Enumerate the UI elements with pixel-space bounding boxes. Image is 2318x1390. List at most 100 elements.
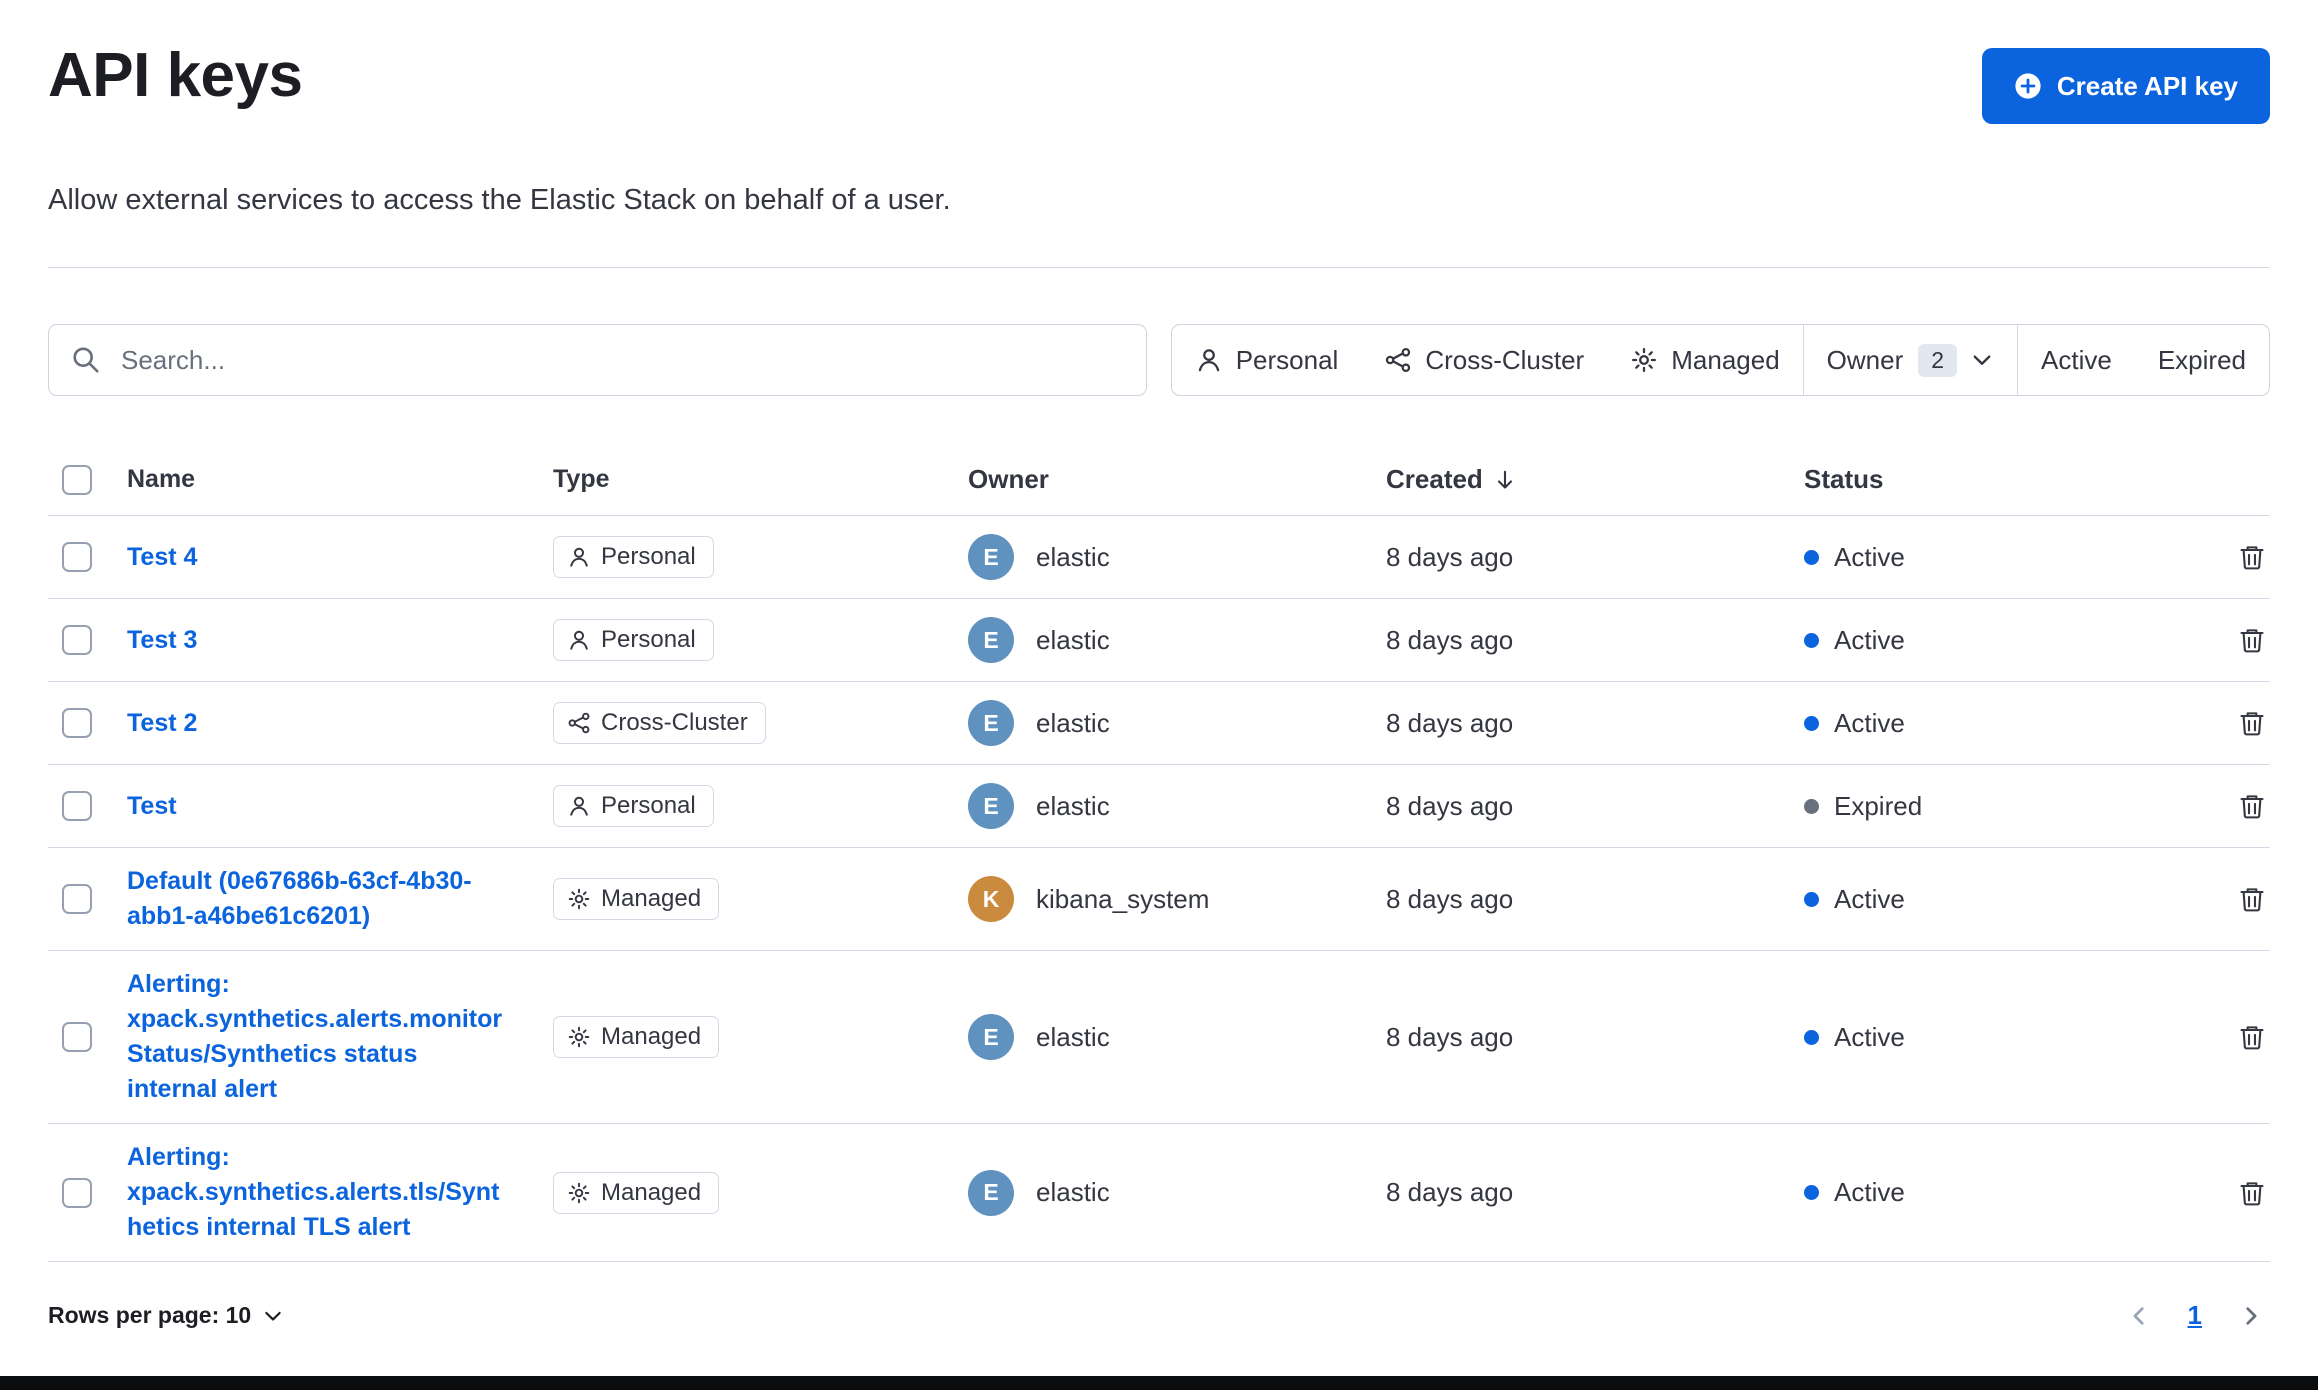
chevron-down-icon <box>262 1305 284 1327</box>
type-badge-label: Managed <box>601 1023 702 1050</box>
filter-group: Personal Cross-Cluster Managed Owner 2 A… <box>1170 324 2270 396</box>
col-header-type[interactable]: Type <box>553 465 968 494</box>
status-cell: Active <box>1804 1177 2210 1208</box>
table-row: Test Personal E elastic 8 days ago Expir… <box>48 765 2270 848</box>
person-icon <box>567 628 591 652</box>
api-key-name-link[interactable]: Test <box>127 789 177 824</box>
owner-avatar: E <box>968 783 1014 829</box>
filter-expired[interactable]: Expired <box>2135 325 2269 395</box>
filter-cross-cluster-label: Cross-Cluster <box>1425 344 1585 375</box>
create-api-key-button[interactable]: Create API key <box>1981 48 2270 124</box>
create-api-key-label: Create API key <box>2056 70 2238 101</box>
delete-button[interactable] <box>2234 1019 2270 1055</box>
status-dot <box>1804 798 1819 814</box>
owner-name: kibana_system <box>1036 883 1210 914</box>
filter-managed[interactable]: Managed <box>1607 325 1802 395</box>
pagination: 1 <box>2120 1297 2270 1335</box>
person-icon <box>567 794 591 818</box>
trash-icon <box>2238 1023 2266 1051</box>
select-all-checkbox[interactable] <box>62 464 92 495</box>
status-label: Expired <box>1834 790 1923 821</box>
filter-personal[interactable]: Personal <box>1172 325 1362 395</box>
status-cell: Active <box>1804 884 2210 915</box>
delete-button[interactable] <box>2234 622 2270 658</box>
table-footer: Rows per page: 10 1 <box>48 1294 2270 1337</box>
created-cell: 8 days ago <box>1386 541 1514 572</box>
created-cell: 8 days ago <box>1386 883 1514 914</box>
status-label: Active <box>1834 1021 1905 1052</box>
table-header-row: Name Type Owner Created Status <box>48 444 2270 516</box>
filter-owner-dropdown[interactable]: Owner 2 <box>1804 325 2017 395</box>
type-badge: Managed <box>553 1016 720 1058</box>
table-row: Test 4 Personal E elastic 8 days ago Act… <box>48 516 2270 599</box>
owner-name: elastic <box>1036 707 1110 738</box>
cluster-icon <box>1384 346 1412 374</box>
type-badge-label: Managed <box>601 1178 702 1206</box>
trash-icon <box>2238 543 2266 571</box>
filter-active[interactable]: Active <box>2018 325 2135 395</box>
row-checkbox[interactable] <box>62 884 92 914</box>
col-header-created-label: Created <box>1386 464 1483 494</box>
status-label: Active <box>1834 1177 1905 1207</box>
api-key-name-link[interactable]: Default (0e67686b-63cf-4b30-abb1-a46be61… <box>127 864 513 934</box>
status-dot <box>1804 1029 1819 1045</box>
api-key-name-link[interactable]: Test 3 <box>127 623 197 658</box>
next-page-button[interactable] <box>2232 1297 2270 1335</box>
delete-button[interactable] <box>2234 788 2270 824</box>
owner-name: elastic <box>1036 541 1110 572</box>
delete-button[interactable] <box>2234 881 2270 917</box>
filter-managed-label: Managed <box>1671 344 1780 375</box>
row-checkbox[interactable] <box>62 1177 92 1208</box>
api-key-name-link[interactable]: Alerting: xpack.synthetics.alerts.monito… <box>127 967 513 1107</box>
prev-page-button[interactable] <box>2120 1297 2158 1335</box>
gear-icon <box>567 1025 591 1049</box>
gear-icon <box>567 1181 591 1205</box>
rows-per-page-button[interactable]: Rows per page: 10 <box>48 1294 284 1337</box>
col-header-status[interactable]: Status <box>1804 464 2210 495</box>
table-row: Test 3 Personal E elastic 8 days ago Act… <box>48 599 2270 682</box>
row-checkbox[interactable] <box>62 708 92 738</box>
row-checkbox[interactable] <box>62 625 92 655</box>
filter-personal-label: Personal <box>1235 344 1339 375</box>
row-checkbox[interactable] <box>62 542 92 572</box>
api-key-name-link[interactable]: Test 4 <box>127 540 197 575</box>
col-header-owner[interactable]: Owner <box>968 464 1386 495</box>
created-cell: 8 days ago <box>1386 790 1514 821</box>
filter-cross-cluster[interactable]: Cross-Cluster <box>1361 325 1607 395</box>
type-badge-label: Cross-Cluster <box>601 709 748 736</box>
type-badge: Personal <box>553 536 714 578</box>
status-cell: Active <box>1804 708 2210 739</box>
owner-avatar: E <box>968 1169 1014 1216</box>
trash-icon <box>2238 709 2266 737</box>
rows-per-page-label: Rows per page: 10 <box>48 1302 252 1328</box>
type-badge-label: Managed <box>601 885 702 912</box>
page-subtitle: Allow external services to access the El… <box>48 184 951 216</box>
delete-button[interactable] <box>2234 705 2270 741</box>
status-label: Active <box>1834 541 1905 572</box>
row-checkbox[interactable] <box>62 1022 92 1052</box>
status-label: Active <box>1834 883 1905 914</box>
type-badge: Managed <box>553 1171 720 1214</box>
status-dot <box>1804 891 1819 907</box>
created-cell: 8 days ago <box>1386 1021 1514 1052</box>
delete-button[interactable] <box>2234 539 2270 575</box>
created-cell: 8 days ago <box>1386 1177 1514 1207</box>
delete-button[interactable] <box>2234 1175 2270 1211</box>
filter-expired-label: Expired <box>2157 344 2246 375</box>
col-header-created[interactable]: Created <box>1386 464 1804 495</box>
api-key-name-link[interactable]: Test 2 <box>127 706 197 741</box>
type-badge: Personal <box>553 619 714 661</box>
owner-avatar: E <box>968 700 1014 746</box>
chevron-left-icon <box>2126 1303 2152 1329</box>
table-row: Alerting: xpack.synthetics.alerts.tls/Sy… <box>48 1124 2270 1262</box>
created-cell: 8 days ago <box>1386 624 1514 655</box>
status-dot <box>1804 632 1819 648</box>
page-1-button[interactable]: 1 <box>2186 1300 2204 1331</box>
row-checkbox[interactable] <box>62 791 92 821</box>
filter-owner-label: Owner <box>1826 344 1904 375</box>
api-keys-page: API keys Create API key Allow external s… <box>0 0 2318 1390</box>
search-input[interactable] <box>119 343 1124 377</box>
api-key-name-link[interactable]: Alerting: xpack.synthetics.alerts.tls/Sy… <box>127 1140 513 1245</box>
owner-name: elastic <box>1036 1021 1110 1052</box>
col-header-name[interactable]: Name <box>127 465 553 494</box>
